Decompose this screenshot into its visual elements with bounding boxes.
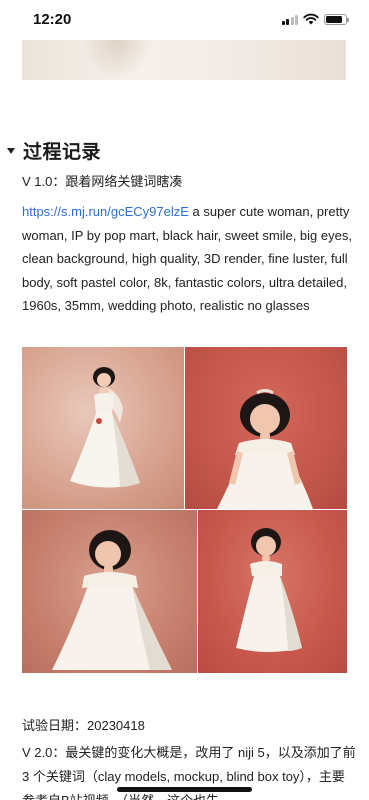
v1-prompt: https://s.mj.run/gcECy97elzE a super cut… bbox=[22, 200, 352, 318]
grid-image-4[interactable] bbox=[198, 510, 347, 673]
bride-figure-icon bbox=[217, 389, 313, 509]
status-time: 12:20 bbox=[33, 11, 72, 28]
previous-image-bottom-edge bbox=[22, 40, 346, 80]
home-indicator[interactable] bbox=[117, 787, 252, 792]
section-heading-toggle[interactable]: 过程记录 bbox=[7, 137, 101, 164]
bride-figure-icon bbox=[70, 367, 140, 488]
grid-image-2[interactable] bbox=[185, 347, 347, 509]
prompt-image-link[interactable]: https://s.mj.run/gcECy97elzE bbox=[22, 204, 189, 219]
v1-label: V 1.0：跟着网络关键词瞎凑 bbox=[22, 174, 183, 189]
test-date: 试验日期：20230418 bbox=[22, 718, 145, 733]
battery-icon bbox=[324, 13, 349, 25]
cellular-signal-icon bbox=[281, 14, 298, 25]
grid-image-3[interactable] bbox=[22, 510, 197, 673]
generated-image-grid[interactable] bbox=[22, 347, 347, 673]
status-bar: 12:20 bbox=[0, 0, 369, 40]
grid-image-1[interactable] bbox=[22, 347, 184, 509]
status-icons bbox=[281, 13, 349, 25]
section-heading: 过程记录 bbox=[23, 142, 102, 163]
wifi-icon bbox=[303, 13, 319, 25]
prompt-text: a super cute woman, pretty woman, IP by … bbox=[22, 204, 352, 314]
caret-down-icon[interactable] bbox=[7, 147, 15, 154]
bride-figure-icon bbox=[52, 530, 172, 670]
bride-figure-icon bbox=[236, 528, 302, 652]
